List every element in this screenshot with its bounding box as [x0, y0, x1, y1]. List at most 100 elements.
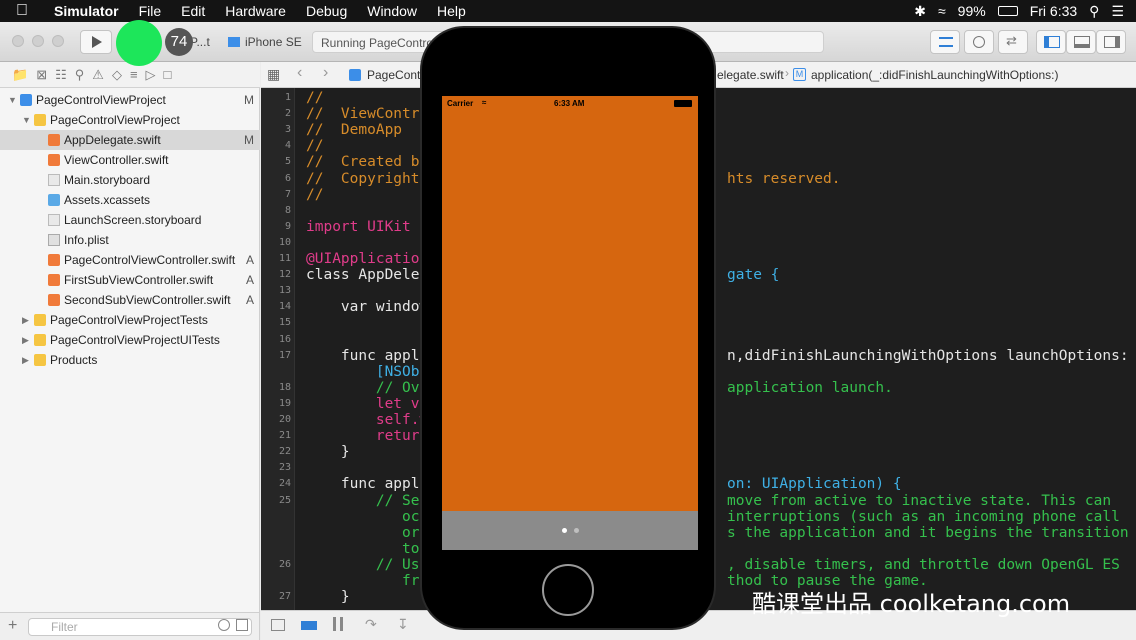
toggle-navigator-button[interactable] [1036, 30, 1066, 54]
code-line[interactable]: oc [306, 509, 419, 525]
code-line[interactable]: } [306, 589, 350, 605]
disclosure-down-icon[interactable]: ▼ [8, 90, 18, 110]
code-line-tail[interactable]: on: UIApplication) { [727, 476, 902, 492]
toggle-debug-area-button[interactable] [1066, 30, 1096, 54]
toggle-utilities-button[interactable] [1096, 30, 1126, 54]
code-line[interactable]: let vc [306, 396, 428, 412]
wifi-icon[interactable]: ≈ [938, 3, 946, 19]
show-debug-area-icon[interactable] [271, 619, 285, 631]
issue-navigator-icon[interactable]: ⚠ [92, 67, 104, 83]
navigator-row[interactable]: ViewController.swift [0, 150, 260, 170]
code-line[interactable]: self.w [306, 412, 428, 428]
debug-navigator-icon[interactable]: ≡ [130, 67, 138, 82]
code-line[interactable]: // Created b [306, 154, 420, 170]
source-control-filter-icon[interactable] [236, 619, 248, 631]
step-into-icon[interactable]: ↧ [397, 616, 409, 633]
code-line[interactable]: or [306, 525, 419, 541]
disclosure-right-icon[interactable]: ▶ [22, 330, 32, 350]
standard-editor-button[interactable] [930, 30, 960, 54]
menu-debug[interactable]: Debug [296, 0, 357, 22]
navigator-row[interactable]: AppDelegate.swift M [0, 130, 260, 150]
code-line[interactable]: @UIApplication [306, 251, 428, 267]
home-button[interactable] [542, 564, 594, 616]
code-line[interactable]: // [306, 187, 323, 203]
spotlight-search-icon[interactable]: ⚲ [1089, 3, 1099, 20]
breakpoints-toggle-icon[interactable] [301, 621, 317, 630]
code-line[interactable]: var window [306, 299, 428, 315]
code-line[interactable]: to [306, 541, 419, 557]
code-line[interactable]: // [306, 138, 323, 154]
code-line-tail[interactable]: application launch. [727, 380, 893, 396]
navigator-row[interactable]: PageControlViewController.swift A [0, 250, 260, 270]
jump-method[interactable]: application(_:didFinishLaunchingWithOpti… [811, 68, 1058, 82]
window-zoom-button[interactable] [52, 35, 64, 47]
menu-file[interactable]: File [129, 0, 172, 22]
related-items-icon[interactable]: ▦ [267, 66, 280, 83]
code-line[interactable]: return [306, 428, 428, 444]
page-control[interactable] [442, 511, 698, 550]
navigator-row[interactable]: ▶ Products [0, 350, 260, 370]
code-line[interactable]: // [306, 90, 323, 106]
page-indicator-dot[interactable] [573, 528, 579, 533]
code-line[interactable]: // Use [306, 557, 428, 573]
device-selector[interactable]: iPhone SE [245, 35, 302, 49]
window-minimize-button[interactable] [32, 35, 44, 47]
code-line-tail[interactable]: hts reserved. [727, 171, 841, 187]
code-line[interactable]: } [306, 444, 350, 460]
battery-icon[interactable] [997, 6, 1018, 16]
recent-files-icon[interactable] [218, 619, 230, 631]
jump-project[interactable]: PageCont [367, 68, 420, 82]
code-line[interactable]: class AppDeleg [306, 267, 428, 283]
disclosure-down-icon[interactable]: ▼ [22, 110, 32, 130]
jump-file[interactable]: elegate.swift [717, 68, 784, 82]
code-line[interactable]: // ViewContr [306, 106, 420, 122]
code-line[interactable]: func appli [306, 476, 428, 492]
bluetooth-icon[interactable]: ✱ [914, 3, 926, 20]
disclosure-right-icon[interactable]: ▶ [22, 310, 32, 330]
step-over-icon[interactable]: ↷ [365, 616, 377, 633]
code-line[interactable]: // DemoApp [306, 122, 402, 138]
menu-edit[interactable]: Edit [171, 0, 215, 22]
version-editor-button[interactable]: ⇄ [998, 30, 1028, 54]
source-control-navigator-icon[interactable]: ⊠ [36, 67, 47, 83]
code-line-tail[interactable]: , disable timers, and throttle down Open… [727, 557, 1120, 573]
navigator-row[interactable]: SecondSubViewController.swift A [0, 290, 260, 310]
code-line[interactable]: fr [306, 573, 419, 589]
navigator-row[interactable]: FirstSubViewController.swift A [0, 270, 260, 290]
code-line-tail[interactable]: interruptions (such as an incoming phone… [727, 509, 1120, 525]
code-line[interactable]: import UIKit [306, 219, 411, 235]
apple-menu-icon[interactable]:  [0, 2, 44, 20]
code-line-tail[interactable]: move from active to inactive state. This… [727, 493, 1111, 509]
report-navigator-icon[interactable]: □ [164, 67, 172, 82]
code-line[interactable]: // Copyright [306, 171, 420, 187]
menu-window[interactable]: Window [357, 0, 427, 22]
code-line[interactable]: [NSObj [306, 364, 428, 380]
clock[interactable]: Fri 6:33 [1030, 3, 1077, 19]
breakpoint-navigator-icon[interactable]: ▷ [146, 67, 156, 83]
page-indicator-dot[interactable] [561, 528, 567, 533]
back-icon[interactable]: ‹ [297, 64, 302, 82]
code-line[interactable]: // Sen [306, 493, 428, 509]
menu-hardware[interactable]: Hardware [215, 0, 296, 22]
code-line-tail[interactable]: gate { [727, 267, 779, 283]
symbol-navigator-icon[interactable]: ☷ [55, 67, 67, 83]
navigator-row[interactable]: Assets.xcassets [0, 190, 260, 210]
navigator-row[interactable]: LaunchScreen.storyboard [0, 210, 260, 230]
navigator-row[interactable]: Info.plist [0, 230, 260, 250]
menu-help[interactable]: Help [427, 0, 476, 22]
forward-icon[interactable]: › [323, 64, 328, 82]
window-close-button[interactable] [12, 35, 24, 47]
find-navigator-icon[interactable]: ⚲ [75, 67, 85, 83]
add-file-icon[interactable]: + [8, 617, 17, 635]
code-line-tail[interactable]: n,didFinishLaunchingWithOptions launchOp… [727, 348, 1129, 364]
disclosure-right-icon[interactable]: ▶ [22, 350, 32, 370]
code-line[interactable]: func appli [306, 348, 428, 364]
assistant-editor-button[interactable] [964, 30, 994, 54]
navigator-row[interactable]: ▼ PageControlViewProject M [0, 90, 260, 110]
code-line[interactable]: // Ove [306, 380, 428, 396]
navigator-row[interactable]: ▼ PageControlViewProject [0, 110, 260, 130]
simulator-screen[interactable]: Carrier ≈ 6:33 AM [442, 96, 698, 550]
navigator-row[interactable]: ▶ PageControlViewProjectTests [0, 310, 260, 330]
navigator-row[interactable]: ▶ PageControlViewProjectUITests [0, 330, 260, 350]
pause-icon[interactable] [333, 617, 343, 631]
